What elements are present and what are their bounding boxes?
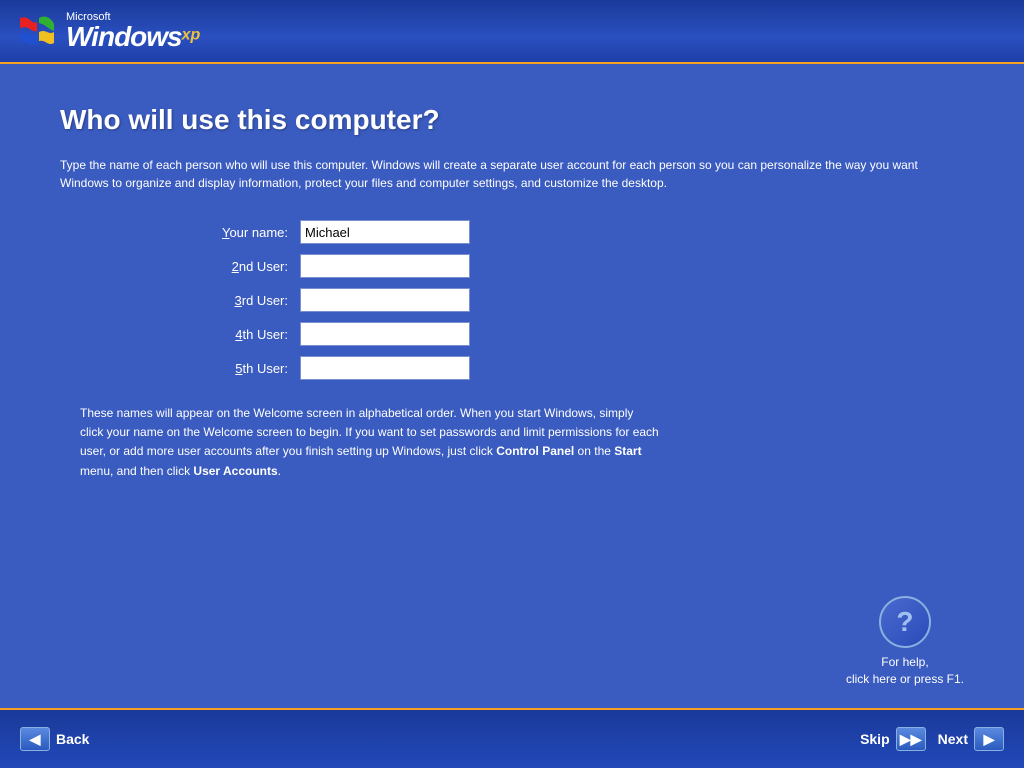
form-row-1: Your name:: [80, 220, 964, 244]
skip-arrow-icon: ▶▶: [896, 727, 926, 751]
label-3rd-user: 3rd User:: [80, 293, 300, 308]
form-row-2: 2nd User:: [80, 254, 964, 278]
input-2nd-user[interactable]: [300, 254, 470, 278]
form-row-5: 5th User:: [80, 356, 964, 380]
logo-text: Microsoft Windowsxp: [66, 12, 200, 51]
input-your-name[interactable]: [300, 220, 470, 244]
label-5th-user: 5th User:: [80, 361, 300, 376]
input-4th-user[interactable]: [300, 322, 470, 346]
skip-label: Skip: [860, 731, 890, 747]
label-2nd-user: 2nd User:: [80, 259, 300, 274]
help-area[interactable]: ? For help, click here or press F1.: [846, 596, 964, 688]
bottom-bar: ◀ Back Skip ▶▶ Next ▶: [0, 708, 1024, 768]
footer-text-4: .: [278, 464, 281, 478]
form-row-3: 3rd User:: [80, 288, 964, 312]
footer-text-2: on the: [574, 444, 614, 458]
footer-bold-start: Start: [614, 444, 641, 458]
help-icon[interactable]: ?: [879, 596, 931, 648]
header: Microsoft Windowsxp: [0, 0, 1024, 64]
description: Type the name of each person who will us…: [60, 156, 940, 192]
back-arrow-icon: ◀: [20, 727, 50, 751]
windows-flag-icon: [16, 10, 58, 52]
page-title: Who will use this computer?: [60, 104, 964, 136]
footer-bold-control-panel: Control Panel: [496, 444, 574, 458]
skip-button[interactable]: Skip ▶▶: [860, 727, 926, 751]
main-content: Who will use this computer? Type the nam…: [0, 64, 1024, 501]
next-button[interactable]: Next ▶: [938, 727, 1004, 751]
windows-xp-label: Windowsxp: [66, 23, 200, 51]
windows-label: Windows: [66, 21, 182, 52]
form-area: Your name: 2nd User: 3rd User: 4th User:…: [80, 220, 964, 380]
footer-bold-user-accounts: User Accounts: [193, 464, 277, 478]
back-label: Back: [56, 731, 89, 747]
input-3rd-user[interactable]: [300, 288, 470, 312]
next-arrow-icon: ▶: [974, 727, 1004, 751]
nav-right: Skip ▶▶ Next ▶: [860, 727, 1004, 751]
help-text: For help, click here or press F1.: [846, 654, 964, 688]
logo-area: Microsoft Windowsxp: [16, 10, 200, 52]
footer-note: These names will appear on the Welcome s…: [80, 404, 660, 481]
back-button[interactable]: ◀ Back: [20, 727, 89, 751]
label-4th-user: 4th User:: [80, 327, 300, 342]
form-row-4: 4th User:: [80, 322, 964, 346]
next-label: Next: [938, 731, 968, 747]
input-5th-user[interactable]: [300, 356, 470, 380]
xp-label: xp: [182, 26, 201, 43]
label-your-name: Your name:: [80, 225, 300, 240]
footer-text-3: menu, and then click: [80, 464, 193, 478]
